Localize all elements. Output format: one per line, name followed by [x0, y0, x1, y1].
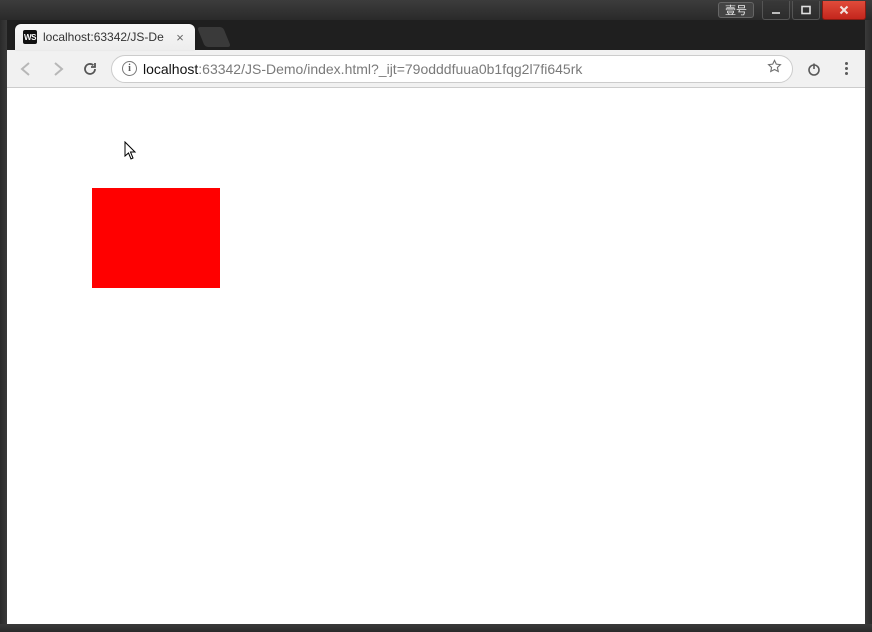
- url-host: localhost: [143, 61, 198, 77]
- address-bar[interactable]: i localhost:63342/JS-Demo/index.html?_ij…: [111, 55, 793, 83]
- favicon-icon: WS: [23, 30, 37, 44]
- close-button[interactable]: [822, 1, 866, 20]
- cursor-icon: [124, 141, 138, 161]
- ime-badge[interactable]: 壹号: [718, 2, 754, 18]
- url-text: localhost:63342/JS-Demo/index.html?_ijt=…: [143, 61, 761, 77]
- power-icon: [806, 61, 822, 77]
- maximize-icon: [800, 4, 812, 16]
- menu-dots-icon: [845, 62, 848, 65]
- page-viewport: [7, 88, 865, 624]
- back-button[interactable]: [15, 58, 37, 80]
- minimize-icon: [770, 4, 782, 16]
- tab-title: localhost:63342/JS-De: [43, 30, 167, 44]
- url-path: :63342/JS-Demo/index.html?_ijt=79odddfuu…: [198, 61, 582, 77]
- tab-strip: WS localhost:63342/JS-De ×: [7, 20, 865, 50]
- reload-button[interactable]: [79, 58, 101, 80]
- site-info-icon[interactable]: i: [122, 61, 137, 76]
- window-frame-left: [0, 20, 7, 624]
- browser-menu-button[interactable]: [835, 58, 857, 80]
- window-titlebar: 壹号: [0, 0, 872, 20]
- reload-icon: [81, 60, 99, 78]
- browser-toolbar: i localhost:63342/JS-Demo/index.html?_ij…: [7, 50, 865, 88]
- minimize-button[interactable]: [762, 1, 790, 20]
- window-frame-bottom: [0, 624, 872, 632]
- maximize-button[interactable]: [792, 1, 820, 20]
- browser-tab[interactable]: WS localhost:63342/JS-De ×: [15, 24, 195, 50]
- bookmark-button[interactable]: [767, 59, 782, 79]
- close-icon: [838, 4, 850, 16]
- window-frame-right: [865, 20, 872, 624]
- new-tab-button[interactable]: [197, 27, 231, 47]
- red-box: [92, 188, 220, 288]
- star-icon: [767, 59, 782, 74]
- tab-close-button[interactable]: ×: [173, 30, 187, 44]
- forward-button[interactable]: [47, 58, 69, 80]
- browser-window: WS localhost:63342/JS-De × i localhost:6…: [7, 20, 865, 624]
- arrow-right-icon: [49, 60, 67, 78]
- arrow-left-icon: [17, 60, 35, 78]
- extension-button[interactable]: [803, 58, 825, 80]
